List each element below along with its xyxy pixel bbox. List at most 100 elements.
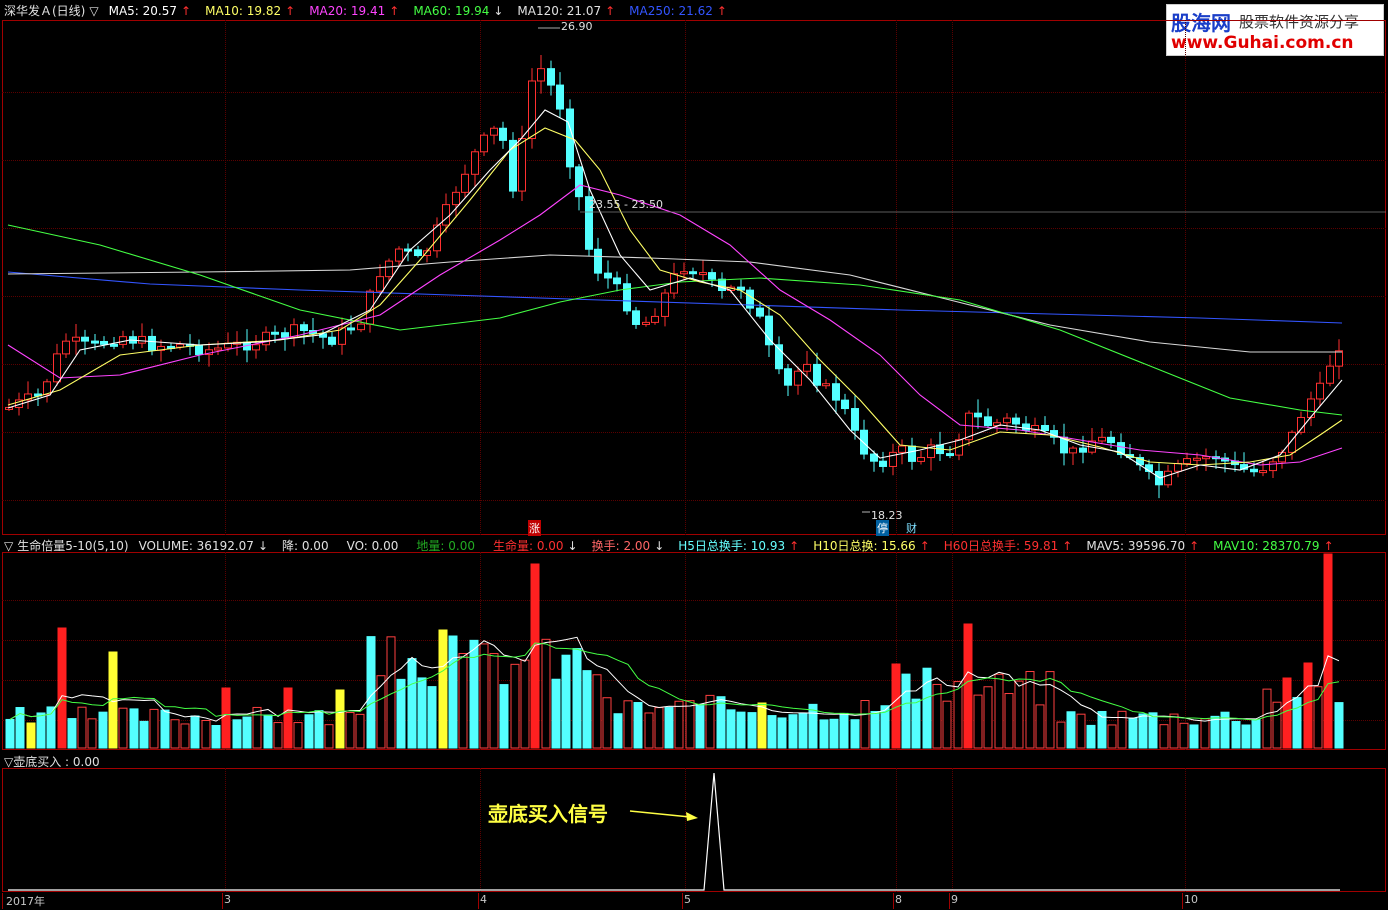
candle[interactable] <box>1003 417 1011 424</box>
volume-bar[interactable] <box>1045 671 1055 749</box>
volume-bar[interactable] <box>335 689 345 749</box>
volume-bar[interactable] <box>87 718 97 749</box>
candle[interactable] <box>860 429 868 455</box>
candle[interactable] <box>490 127 498 136</box>
volume-bar[interactable] <box>664 707 674 749</box>
candle[interactable] <box>1164 470 1172 486</box>
candle[interactable] <box>148 335 156 351</box>
volume-bar[interactable] <box>777 717 787 749</box>
volume-bar[interactable] <box>1056 721 1066 749</box>
candle[interactable] <box>1107 436 1115 444</box>
volume-bar[interactable] <box>211 725 221 749</box>
volume-bar[interactable] <box>520 659 530 749</box>
volume-bar[interactable] <box>1200 718 1210 749</box>
candle[interactable] <box>547 68 555 86</box>
candle[interactable] <box>347 327 355 331</box>
volume-bar[interactable] <box>438 629 448 749</box>
candle[interactable] <box>1193 457 1201 461</box>
volume-title[interactable]: 生命倍量5-10(5,10) <box>17 539 128 553</box>
volume-bar[interactable] <box>953 681 963 749</box>
candle[interactable] <box>1297 416 1305 433</box>
candle[interactable] <box>794 370 802 386</box>
dropdown-icon[interactable]: ▽ <box>4 539 13 553</box>
volume-bar[interactable] <box>747 712 757 749</box>
volume-bar[interactable] <box>1138 713 1148 749</box>
candle[interactable] <box>271 331 279 335</box>
volume-bar[interactable] <box>963 623 973 749</box>
volume-bar[interactable] <box>324 724 334 749</box>
candle[interactable] <box>62 340 70 355</box>
volume-bar[interactable] <box>1179 722 1189 749</box>
volume-bar[interactable] <box>757 702 767 749</box>
candle[interactable] <box>1250 468 1258 473</box>
volume-bar[interactable] <box>983 686 993 749</box>
candle[interactable] <box>1269 461 1277 472</box>
volume-bar[interactable] <box>36 712 46 749</box>
volume-bar[interactable] <box>705 694 715 749</box>
candle[interactable] <box>1174 463 1182 472</box>
candle[interactable] <box>72 336 80 342</box>
volume-bar[interactable] <box>98 711 108 749</box>
candle[interactable] <box>1069 447 1077 454</box>
candle[interactable] <box>195 344 203 356</box>
volume-bar[interactable] <box>201 719 211 749</box>
candle[interactable] <box>651 315 659 323</box>
candle[interactable] <box>471 151 479 175</box>
candle[interactable] <box>813 363 821 386</box>
volume-bar[interactable] <box>118 707 128 749</box>
volume-bar[interactable] <box>448 635 458 749</box>
candle[interactable] <box>708 272 716 280</box>
signal-chart[interactable] <box>0 768 1388 892</box>
volume-bar[interactable] <box>190 715 200 749</box>
candle[interactable] <box>613 277 621 285</box>
candle[interactable] <box>851 408 859 431</box>
candle[interactable] <box>366 290 374 325</box>
volume-bar[interactable] <box>283 687 293 749</box>
volume-bar[interactable] <box>263 714 273 749</box>
volume-bar[interactable] <box>77 706 87 749</box>
volume-bar[interactable] <box>355 713 365 749</box>
volume-bar[interactable] <box>1241 724 1251 749</box>
volume-bar[interactable] <box>1014 680 1024 749</box>
volume-bar[interactable] <box>160 709 170 749</box>
candle[interactable] <box>642 321 650 325</box>
candle[interactable] <box>689 271 697 275</box>
volume-bar[interactable] <box>1189 724 1199 749</box>
volume-bar[interactable] <box>1117 710 1127 749</box>
volume-bar[interactable] <box>376 675 386 749</box>
volume-bar[interactable] <box>788 714 798 749</box>
volume-bar[interactable] <box>1282 677 1292 749</box>
volume-bar[interactable] <box>922 667 932 749</box>
candle[interactable] <box>1335 350 1343 367</box>
volume-bar[interactable] <box>994 673 1004 749</box>
dropdown-icon[interactable]: ▽ <box>4 755 13 769</box>
volume-bar[interactable] <box>139 720 149 749</box>
candle[interactable] <box>1183 458 1191 465</box>
candle[interactable] <box>518 138 526 192</box>
volume-bar[interactable] <box>530 563 540 749</box>
volume-bar[interactable] <box>674 700 684 749</box>
candle[interactable] <box>1098 436 1106 442</box>
candle[interactable] <box>1022 423 1030 431</box>
volume-bar[interactable] <box>942 700 952 749</box>
volume-bar[interactable] <box>819 719 829 749</box>
candle[interactable] <box>262 331 270 346</box>
candle[interactable] <box>385 260 393 278</box>
volume-bar[interactable] <box>304 714 314 749</box>
volume-bar[interactable] <box>1128 717 1138 749</box>
candle[interactable] <box>898 445 906 453</box>
candle[interactable] <box>281 332 289 338</box>
volume-bar[interactable] <box>644 712 654 749</box>
candle[interactable] <box>1041 425 1049 432</box>
volume-bar[interactable] <box>293 722 303 749</box>
volume-bar[interactable] <box>5 718 15 749</box>
candle[interactable] <box>214 347 222 351</box>
candle[interactable] <box>803 363 811 372</box>
candle[interactable] <box>81 336 89 342</box>
candle[interactable] <box>841 399 849 410</box>
candle[interactable] <box>832 383 840 401</box>
volume-bar[interactable] <box>129 708 139 749</box>
volume-bar[interactable] <box>314 710 324 749</box>
candle[interactable] <box>784 368 792 386</box>
volume-bar[interactable] <box>232 719 242 749</box>
